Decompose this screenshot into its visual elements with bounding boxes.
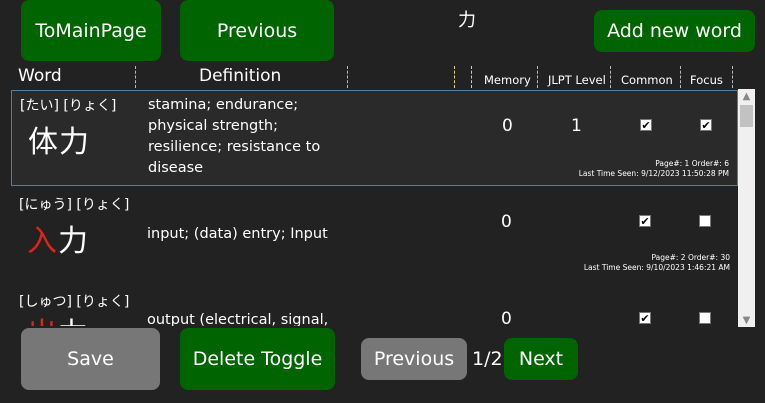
column-header-definition[interactable]: Definition [199, 66, 281, 88]
focus-checkbox[interactable] [699, 312, 711, 324]
list-item[interactable]: [しゅつ] [りょく] 出力 output (electrical, signa… [11, 287, 738, 326]
page-indicator: 1/2 [472, 348, 503, 370]
column-header-word[interactable]: Word [18, 66, 62, 88]
memory-value: 0 [501, 309, 512, 326]
delete-toggle-button[interactable]: Delete Toggle [180, 328, 335, 390]
common-checkbox[interactable]: ✔ [640, 119, 652, 131]
chevron-up-icon[interactable]: ▲ [738, 89, 755, 103]
column-divider[interactable] [135, 66, 136, 88]
focus-checkbox[interactable] [699, 215, 711, 227]
page-order-info: Page#: 1 Order#: 6 [655, 159, 729, 168]
add-new-word-button[interactable]: Add new word [594, 10, 755, 52]
column-divider[interactable] [610, 66, 611, 88]
word-definition: stamina; endurance; physical strength; r… [148, 97, 321, 176]
word-kanji: 体力 [28, 125, 90, 160]
memory-value: 0 [502, 116, 513, 136]
word-meta: Page#: 1 Order#: 6 Last Time Seen: 9/12/… [579, 159, 729, 179]
chevron-down-icon[interactable]: ▼ [738, 313, 755, 327]
last-seen-info: Last Time Seen: 9/12/2023 11:50:28 PM [578, 169, 729, 178]
common-checkbox[interactable]: ✔ [639, 215, 651, 227]
word-definition: output (electrical, signal, [147, 312, 329, 326]
word-kanji: 入力 [27, 224, 89, 259]
column-divider[interactable] [537, 66, 538, 88]
word-kanji: 出力 [27, 309, 89, 326]
column-divider[interactable] [471, 66, 472, 88]
page-previous-button[interactable]: Previous [361, 338, 467, 380]
word-list[interactable]: [たい] [りょく] 体力 stamina; endurance; physic… [11, 88, 755, 326]
vertical-scrollbar[interactable]: ▲ ▼ [738, 89, 755, 327]
last-seen-info: Last Time Seen: 9/10/2023 1:46:21 AM [583, 263, 730, 272]
column-divider[interactable] [347, 66, 348, 88]
column-divider[interactable] [454, 66, 455, 88]
jlpt-value: 1 [571, 116, 582, 136]
word-reading: [にゅう] [りょく] [19, 197, 130, 213]
page-order-info: Page#: 2 Order#: 30 [651, 253, 730, 262]
word-reading: [たい] [りょく] [20, 98, 117, 114]
focus-checkbox[interactable]: ✔ [700, 119, 712, 131]
common-checkbox[interactable]: ✔ [639, 312, 651, 324]
next-button[interactable]: Next [504, 338, 578, 380]
list-item[interactable]: [にゅう] [りょく] 入力 input; (data) entry; Inpu… [11, 190, 738, 282]
column-divider[interactable] [732, 66, 733, 88]
scrollbar-thumb[interactable] [740, 105, 753, 127]
save-button[interactable]: Save [21, 328, 160, 390]
word-definition: input; (data) entry; Input [147, 226, 328, 242]
word-meta: Page#: 2 Order#: 30 Last Time Seen: 9/10… [584, 253, 730, 273]
column-divider[interactable] [680, 66, 681, 88]
list-item[interactable]: [たい] [りょく] 体力 stamina; endurance; physic… [11, 90, 738, 186]
memory-value: 0 [501, 212, 512, 232]
word-reading: [しゅつ] [りょく] [19, 294, 130, 310]
previous-button[interactable]: Previous [180, 0, 334, 61]
to-main-page-button[interactable]: ToMainPage [21, 0, 161, 61]
kanji-title: 力 [458, 10, 476, 31]
